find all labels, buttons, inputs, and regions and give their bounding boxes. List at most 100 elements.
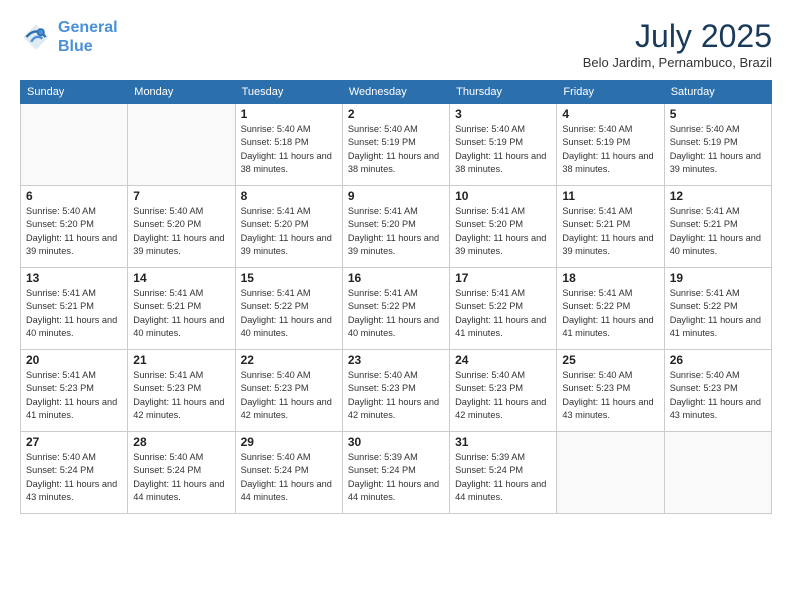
logo-icon [20,21,52,53]
day-info: Sunrise: 5:40 AMSunset: 5:19 PMDaylight:… [348,123,444,176]
day-info: Sunrise: 5:41 AMSunset: 5:20 PMDaylight:… [348,205,444,258]
day-info: Sunrise: 5:41 AMSunset: 5:23 PMDaylight:… [26,369,122,422]
day-number: 1 [241,107,337,121]
calendar-week-row: 27 Sunrise: 5:40 AMSunset: 5:24 PMDayligh… [21,432,772,514]
logo-line2: Blue [58,38,93,55]
day-number: 14 [133,271,229,285]
day-of-week-header: Saturday [664,81,771,104]
calendar-day-cell: 17Sunrise: 5:41 AMSunset: 5:22 PMDayligh… [450,268,557,350]
calendar-day-cell [664,432,771,514]
day-of-week-header: Sunday [21,81,128,104]
day-number: 18 [562,271,658,285]
day-info: Sunrise: 5:41 AMSunset: 5:22 PMDaylight:… [670,287,766,340]
day-number: 30 [348,435,444,449]
day-info: Sunrise: 5:40 AMSunset: 5:24 PMDaylight:… [26,451,122,504]
calendar-day-cell: 12 Sunrise: 5:41 AMSunset: 5:21 PMDayligh… [664,186,771,268]
day-of-week-header: Monday [128,81,235,104]
day-number: 12 [670,189,766,203]
day-number: 19 [670,271,766,285]
calendar-week-row: 20 Sunrise: 5:41 AMSunset: 5:23 PMDayligh… [21,350,772,432]
day-number: 10 [455,189,551,203]
calendar-day-cell: 18Sunrise: 5:41 AMSunset: 5:22 PMDayligh… [557,268,664,350]
day-number: 31 [455,435,551,449]
day-number: 3 [455,107,551,121]
day-number: 4 [562,107,658,121]
calendar-day-cell: 14 Sunrise: 5:41 AMSunset: 5:21 PMDayligh… [128,268,235,350]
day-number: 16 [348,271,444,285]
calendar-day-cell: 26 Sunrise: 5:40 AMSunset: 5:23 PMDayligh… [664,350,771,432]
calendar-day-cell: 23Sunrise: 5:40 AMSunset: 5:23 PMDayligh… [342,350,449,432]
day-number: 20 [26,353,122,367]
day-number: 28 [133,435,229,449]
calendar-day-cell: 4 Sunrise: 5:40 AMSunset: 5:19 PMDaylight… [557,104,664,186]
day-of-week-header: Wednesday [342,81,449,104]
calendar-day-cell: 27 Sunrise: 5:40 AMSunset: 5:24 PMDayligh… [21,432,128,514]
calendar-day-cell: 28 Sunrise: 5:40 AMSunset: 5:24 PMDayligh… [128,432,235,514]
day-info: Sunrise: 5:41 AMSunset: 5:22 PMDaylight:… [348,287,444,340]
day-info: Sunrise: 5:40 AMSunset: 5:23 PMDaylight:… [455,369,551,422]
day-number: 7 [133,189,229,203]
calendar-header-row: SundayMondayTuesdayWednesdayThursdayFrid… [21,81,772,104]
day-info: Sunrise: 5:41 AMSunset: 5:21 PMDaylight:… [133,287,229,340]
day-of-week-header: Thursday [450,81,557,104]
logo: General Blue [20,18,118,56]
day-info: Sunrise: 5:41 AMSunset: 5:21 PMDaylight:… [562,205,658,258]
day-info: Sunrise: 5:40 AMSunset: 5:19 PMDaylight:… [670,123,766,176]
calendar-day-cell: 16 Sunrise: 5:41 AMSunset: 5:22 PMDayligh… [342,268,449,350]
calendar-day-cell [557,432,664,514]
logo-text: General Blue [58,18,118,56]
calendar-day-cell: 11 Sunrise: 5:41 AMSunset: 5:21 PMDayligh… [557,186,664,268]
day-number: 26 [670,353,766,367]
calendar-week-row: 6Sunrise: 5:40 AMSunset: 5:20 PMDaylight… [21,186,772,268]
calendar-day-cell: 19 Sunrise: 5:41 AMSunset: 5:22 PMDayligh… [664,268,771,350]
day-info: Sunrise: 5:41 AMSunset: 5:22 PMDaylight:… [241,287,337,340]
day-info: Sunrise: 5:40 AMSunset: 5:24 PMDaylight:… [133,451,229,504]
day-number: 22 [241,353,337,367]
calendar-day-cell: 3 Sunrise: 5:40 AMSunset: 5:19 PMDaylight… [450,104,557,186]
calendar-week-row: 13 Sunrise: 5:41 AMSunset: 5:21 PMDayligh… [21,268,772,350]
page: General Blue July 2025 Belo Jardim, Pern… [0,0,792,612]
day-info: Sunrise: 5:40 AMSunset: 5:23 PMDaylight:… [670,369,766,422]
day-number: 13 [26,271,122,285]
calendar-day-cell: 6Sunrise: 5:40 AMSunset: 5:20 PMDaylight… [21,186,128,268]
day-of-week-header: Tuesday [235,81,342,104]
calendar-day-cell: 20 Sunrise: 5:41 AMSunset: 5:23 PMDayligh… [21,350,128,432]
calendar-day-cell: 24 Sunrise: 5:40 AMSunset: 5:23 PMDayligh… [450,350,557,432]
day-info: Sunrise: 5:40 AMSunset: 5:19 PMDaylight:… [562,123,658,176]
calendar-day-cell: 22 Sunrise: 5:40 AMSunset: 5:23 PMDayligh… [235,350,342,432]
calendar: SundayMondayTuesdayWednesdayThursdayFrid… [20,80,772,514]
day-info: Sunrise: 5:40 AMSunset: 5:20 PMDaylight:… [133,205,229,258]
day-info: Sunrise: 5:40 AMSunset: 5:23 PMDaylight:… [241,369,337,422]
month-title: July 2025 [583,18,772,55]
calendar-day-cell: 2Sunrise: 5:40 AMSunset: 5:19 PMDaylight… [342,104,449,186]
day-info: Sunrise: 5:41 AMSunset: 5:21 PMDaylight:… [670,205,766,258]
day-number: 21 [133,353,229,367]
day-info: Sunrise: 5:40 AMSunset: 5:18 PMDaylight:… [241,123,337,176]
calendar-day-cell: 9Sunrise: 5:41 AMSunset: 5:20 PMDaylight… [342,186,449,268]
day-info: Sunrise: 5:40 AMSunset: 5:20 PMDaylight:… [26,205,122,258]
day-number: 11 [562,189,658,203]
calendar-day-cell: 21 Sunrise: 5:41 AMSunset: 5:23 PMDayligh… [128,350,235,432]
day-number: 5 [670,107,766,121]
day-number: 27 [26,435,122,449]
calendar-week-row: 1 Sunrise: 5:40 AMSunset: 5:18 PMDaylight… [21,104,772,186]
day-info: Sunrise: 5:41 AMSunset: 5:20 PMDaylight:… [241,205,337,258]
calendar-day-cell [21,104,128,186]
calendar-day-cell: 1 Sunrise: 5:40 AMSunset: 5:18 PMDaylight… [235,104,342,186]
calendar-day-cell: 5 Sunrise: 5:40 AMSunset: 5:19 PMDaylight… [664,104,771,186]
header: General Blue July 2025 Belo Jardim, Pern… [20,18,772,70]
day-info: Sunrise: 5:40 AMSunset: 5:19 PMDaylight:… [455,123,551,176]
calendar-day-cell: 15Sunrise: 5:41 AMSunset: 5:22 PMDayligh… [235,268,342,350]
day-info: Sunrise: 5:41 AMSunset: 5:23 PMDaylight:… [133,369,229,422]
calendar-day-cell: 25 Sunrise: 5:40 AMSunset: 5:23 PMDayligh… [557,350,664,432]
day-number: 25 [562,353,658,367]
day-info: Sunrise: 5:40 AMSunset: 5:24 PMDaylight:… [241,451,337,504]
calendar-day-cell: 7 Sunrise: 5:40 AMSunset: 5:20 PMDaylight… [128,186,235,268]
calendar-day-cell: 30Sunrise: 5:39 AMSunset: 5:24 PMDayligh… [342,432,449,514]
day-info: Sunrise: 5:41 AMSunset: 5:22 PMDaylight:… [455,287,551,340]
day-number: 23 [348,353,444,367]
day-info: Sunrise: 5:40 AMSunset: 5:23 PMDaylight:… [562,369,658,422]
logo-line1: General [58,19,118,36]
day-number: 24 [455,353,551,367]
day-info: Sunrise: 5:41 AMSunset: 5:20 PMDaylight:… [455,205,551,258]
